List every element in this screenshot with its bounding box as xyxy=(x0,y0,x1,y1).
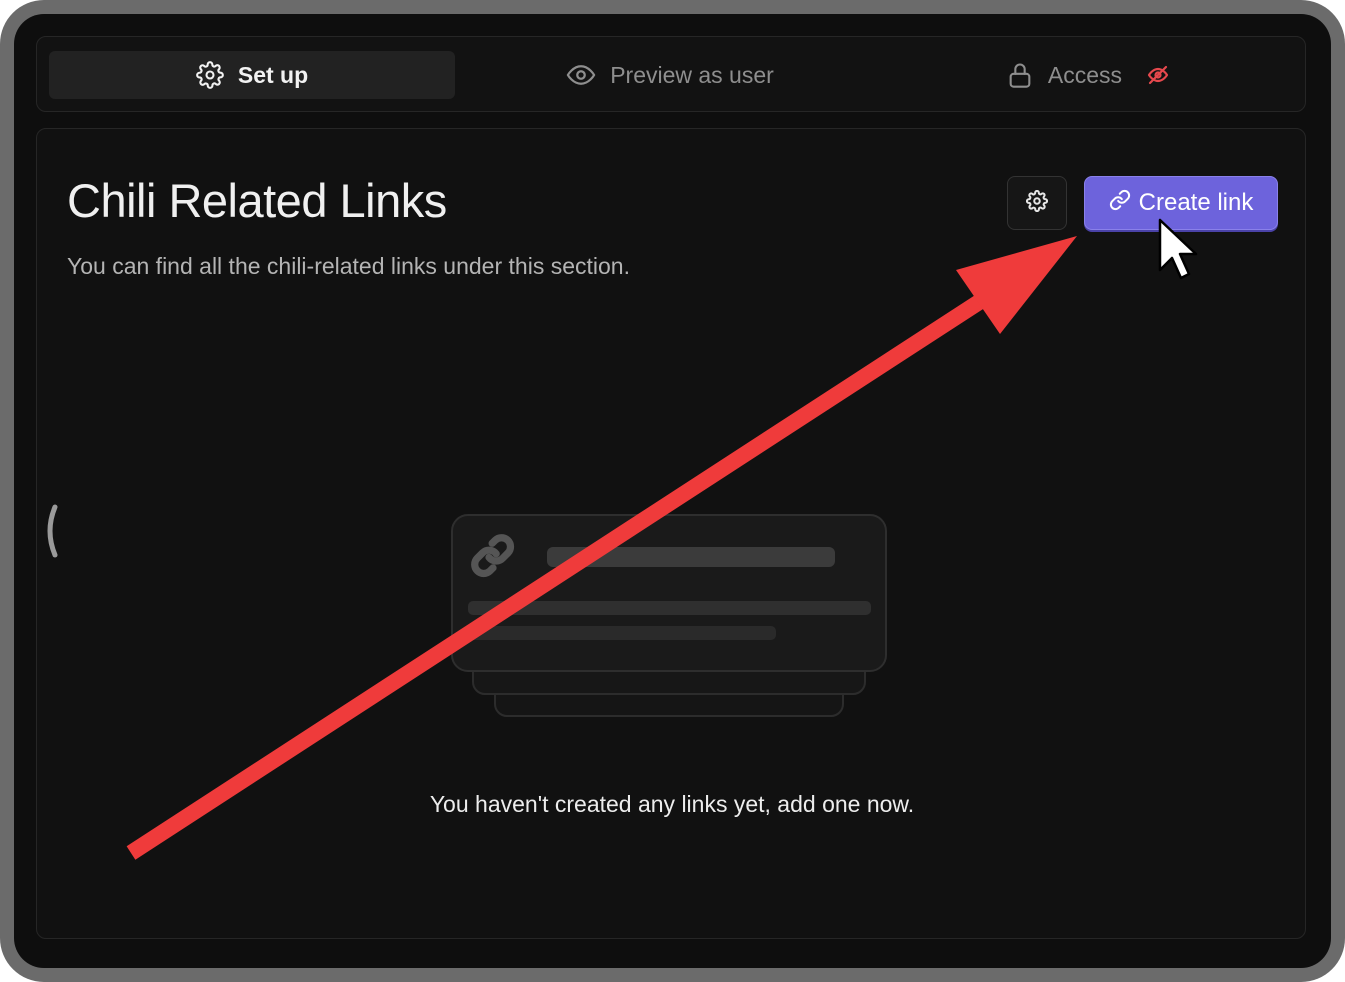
eye-off-icon xyxy=(1146,63,1170,87)
link-icon xyxy=(1109,189,1131,218)
tab-access[interactable]: Access xyxy=(885,51,1291,99)
tab-bar: Set up Preview as user Access xyxy=(36,36,1306,112)
tab-setup[interactable]: Set up xyxy=(49,51,455,99)
create-link-button[interactable]: Create link xyxy=(1084,176,1278,230)
section-description: You can find all the chili-related links… xyxy=(67,253,630,279)
tab-label: Preview as user xyxy=(610,61,774,88)
tab-preview-as-user[interactable]: Preview as user xyxy=(467,51,873,99)
device-frame: Set up Preview as user Access Chili Rela… xyxy=(0,0,1345,982)
tab-label: Access xyxy=(1047,61,1123,88)
gear-icon xyxy=(1025,189,1049,217)
lock-icon xyxy=(1006,60,1034,90)
empty-state-message: You haven't created any links yet, add o… xyxy=(429,791,915,817)
eye-icon xyxy=(566,60,596,90)
section-settings-button[interactable] xyxy=(1007,176,1067,230)
gear-icon xyxy=(196,61,224,89)
tab-label: Set up xyxy=(237,61,309,88)
create-link-label: Create link xyxy=(1138,189,1254,216)
empty-state-illustration xyxy=(451,514,891,724)
app-screen: Set up Preview as user Access Chili Rela… xyxy=(14,14,1331,968)
links-section-card: Chili Related Links You can find all the… xyxy=(36,128,1306,939)
collapse-sidebar-handle[interactable] xyxy=(41,503,61,559)
section-title: Chili Related Links xyxy=(67,174,447,227)
